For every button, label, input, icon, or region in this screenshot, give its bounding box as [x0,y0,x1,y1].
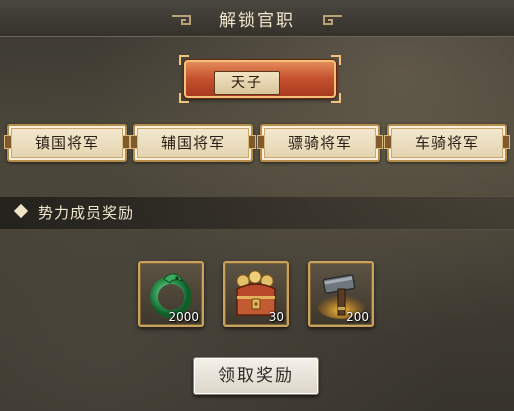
rank-label: 车骑将军 [414,134,479,152]
reward-item-jade[interactable]: 2000 [138,261,204,327]
reward-quantity: 2000 [168,310,199,324]
reward-item-chest[interactable]: 30 [223,261,289,327]
rank-label: 骠骑将军 [287,134,352,152]
rank-button-1[interactable]: 镇国将军 [4,124,130,162]
frame-corner-icon [331,55,341,65]
reward-quantity: 200 [346,310,369,324]
reward-item-hammer[interactable]: 200 [308,261,374,327]
rank-label: 辅国将军 [160,134,225,152]
rank-button-2[interactable]: 辅国将军 [130,124,256,162]
claim-reward-button[interactable]: 领取奖励 [193,357,319,395]
claim-reward-label: 领取奖励 [218,366,294,386]
featured-rank-label: 天子 [231,75,263,91]
page-title: 解锁官职 [219,11,295,31]
frame-corner-icon [331,93,341,103]
featured-rank-frame: 天子 [179,55,341,103]
frame-corner-icon [179,55,189,65]
reward-quantity: 30 [268,310,284,324]
rewards-section-title: 势力成员奖励 [38,204,135,222]
rank-button-3[interactable]: 骠骑将军 [257,124,383,162]
featured-rank-plate: 天子 [214,71,280,95]
rank-button-4[interactable]: 车骑将军 [384,124,510,162]
rank-label: 镇国将军 [34,134,99,152]
featured-rank-badge[interactable]: 天子 [178,55,341,103]
frame-corner-icon [179,93,189,103]
